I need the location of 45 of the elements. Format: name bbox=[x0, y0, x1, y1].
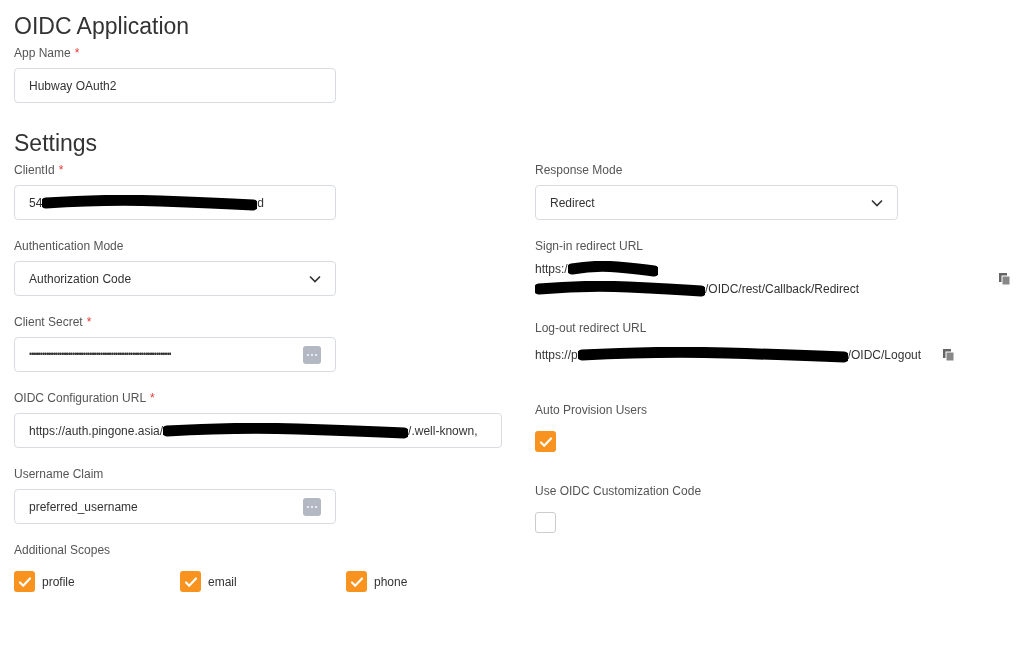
checkmark-icon bbox=[183, 574, 198, 589]
required-mark: * bbox=[58, 162, 64, 177]
checkbox-label: phone bbox=[374, 573, 408, 591]
checkbox-label: email bbox=[208, 573, 237, 591]
text-field[interactable]: Hubway OAuth2 bbox=[14, 68, 336, 103]
text-field[interactable]: https://auth.pingone.asia/ /.well-known, bbox=[14, 413, 502, 448]
text-field[interactable]: •••••••••••••••••••••••••••••••••••••••••••••••••••••••••••••••••• bbox=[14, 337, 336, 372]
checkmark-icon bbox=[538, 434, 553, 449]
field-label: Log-out redirect URL bbox=[535, 320, 647, 335]
field-label: Additional Scopes bbox=[14, 542, 112, 559]
dropdown[interactable]: Authorization Code bbox=[14, 261, 336, 296]
page-title: OIDC Application bbox=[14, 12, 191, 40]
checkbox[interactable] bbox=[535, 512, 556, 533]
checkbox[interactable] bbox=[14, 571, 35, 592]
checkbox[interactable] bbox=[535, 431, 556, 452]
checkbox[interactable] bbox=[346, 571, 367, 592]
field-label: Use OIDC Customization Code bbox=[535, 483, 702, 498]
url-text: /OIDC/Logout bbox=[847, 347, 922, 364]
field-label: Response Mode bbox=[535, 162, 623, 177]
field-label: Username Claim bbox=[14, 466, 104, 481]
field-label: App Name bbox=[14, 45, 71, 60]
checkbox-label: profile bbox=[42, 573, 75, 591]
checkmark-icon bbox=[17, 574, 32, 589]
url-text: /OIDC/rest/Callback/Redirect bbox=[705, 281, 860, 298]
copy-icon[interactable] bbox=[999, 273, 1010, 285]
copy-icon[interactable] bbox=[943, 349, 955, 361]
required-mark: * bbox=[150, 390, 155, 405]
checkmark-icon bbox=[349, 574, 364, 589]
required-mark: * bbox=[86, 314, 92, 329]
field-label: Authentication Mode bbox=[14, 238, 124, 253]
required-mark: * bbox=[74, 45, 80, 60]
checkbox[interactable] bbox=[180, 571, 201, 592]
field-label: OIDC Configuration URL bbox=[14, 390, 147, 405]
text-field[interactable]: preferred_username bbox=[14, 489, 336, 524]
url-text: https://p bbox=[535, 347, 578, 364]
text-field[interactable]: 54 d bbox=[14, 185, 336, 220]
chevron-down-icon bbox=[871, 198, 883, 207]
field-label: ClientId bbox=[14, 162, 55, 177]
dropdown[interactable]: Redirect bbox=[535, 185, 898, 220]
field-label: Client Secret bbox=[14, 314, 83, 329]
url-text: https:/ bbox=[535, 261, 568, 278]
field-label: Auto Provision Users bbox=[535, 402, 648, 417]
chevron-down-icon bbox=[309, 274, 321, 283]
field-label: Sign-in redirect URL bbox=[535, 238, 644, 253]
section-title: Settings bbox=[14, 129, 99, 157]
